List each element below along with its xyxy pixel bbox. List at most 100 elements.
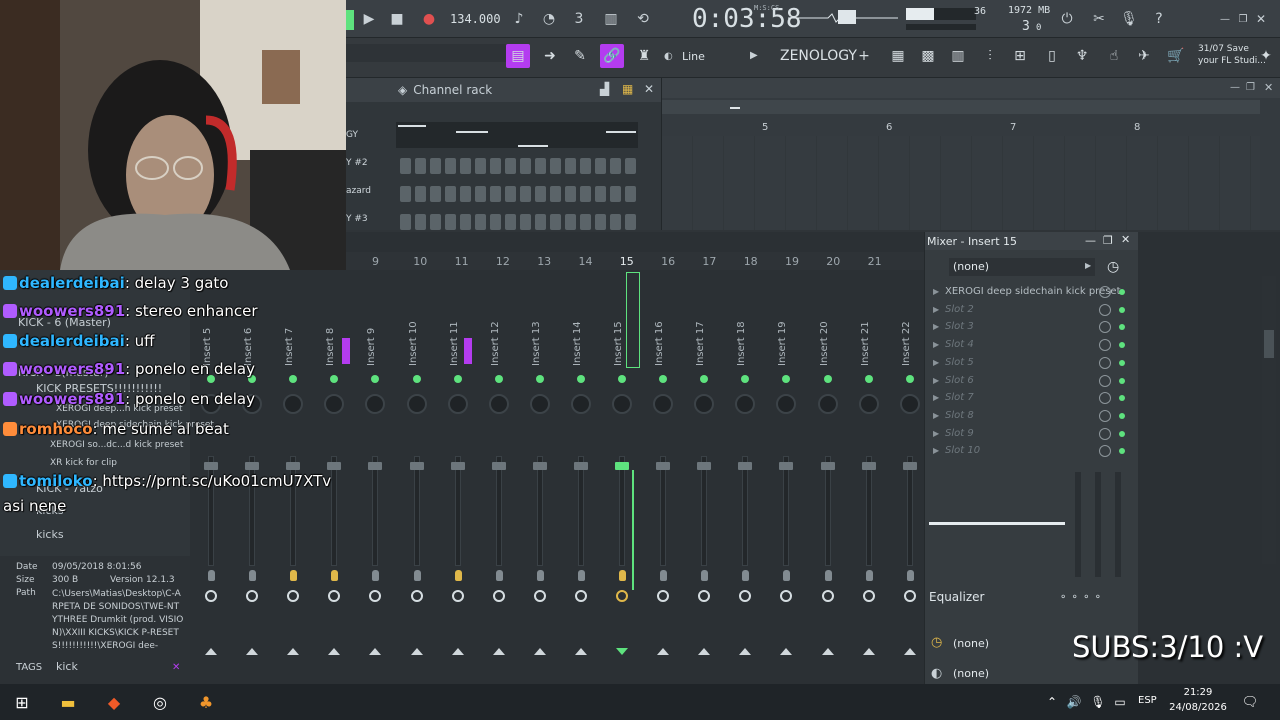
- channel-name[interactable]: Y #3: [346, 214, 368, 224]
- touch-icon[interactable]: ☝: [1102, 44, 1126, 68]
- browser-item[interactable]: kicks: [36, 528, 64, 541]
- stereo-swap-icon[interactable]: [249, 570, 257, 581]
- step-button[interactable]: [550, 186, 561, 202]
- step-button[interactable]: [565, 186, 576, 202]
- insert-enable-led[interactable]: [494, 375, 503, 383]
- volume-fader-track[interactable]: [331, 456, 338, 566]
- tools-icon[interactable]: ✂: [1088, 8, 1110, 30]
- file-icon[interactable]: ▯: [1040, 44, 1064, 68]
- route-circle-icon[interactable]: [246, 590, 259, 602]
- slot-arrow-icon[interactable]: ▶: [933, 358, 939, 367]
- insert-fader[interactable]: [1075, 472, 1081, 577]
- cart-icon[interactable]: 🛒: [1164, 44, 1188, 68]
- step-button[interactable]: [505, 186, 516, 202]
- stereo-swap-icon[interactable]: [536, 570, 544, 581]
- step-button[interactable]: [625, 186, 636, 202]
- slot-enable-led[interactable]: [1119, 289, 1125, 295]
- step-button[interactable]: [475, 158, 486, 174]
- eq-knobs[interactable]: ⚬ ⚬ ⚬ ⚬: [1059, 592, 1102, 603]
- browser-item[interactable]: XEROGI so...dc...d kick preset: [50, 440, 183, 450]
- slot-mix-knob[interactable]: [1099, 303, 1111, 316]
- brush-icon[interactable]: ✎: [568, 44, 592, 68]
- step-button[interactable]: [625, 158, 636, 174]
- step-button[interactable]: [550, 158, 561, 174]
- route-circle-icon[interactable]: [451, 590, 464, 602]
- route-arrow-icon[interactable]: [328, 648, 341, 655]
- route-arrow-icon[interactable]: [698, 648, 711, 655]
- step-button[interactable]: [430, 158, 441, 174]
- snap-select[interactable]: Line: [682, 50, 705, 63]
- effect-slot[interactable]: ▶ XEROGI deep sidechain kick preset: [931, 284, 1127, 301]
- insert-strip-label[interactable]: Insert 9: [366, 328, 377, 366]
- volume-fader-cap[interactable]: [245, 462, 260, 470]
- playlist-close-icon[interactable]: ✕: [1264, 81, 1273, 94]
- step-button[interactable]: [535, 158, 546, 174]
- step-button[interactable]: [430, 186, 441, 202]
- insert-number[interactable]: 13: [537, 255, 551, 268]
- insert-enable-led[interactable]: [864, 375, 873, 383]
- route-circle-icon[interactable]: [574, 590, 587, 602]
- effect-slot[interactable]: ▶ Slot 9: [931, 426, 1127, 443]
- record-button[interactable]: ●: [418, 8, 440, 30]
- tray-chevron-icon[interactable]: ⌃: [1040, 690, 1064, 714]
- mixer-maximize-icon[interactable]: ❐: [1103, 234, 1113, 247]
- preset-arrow-icon[interactable]: ▶: [750, 50, 758, 61]
- slot-enable-led[interactable]: [1119, 324, 1125, 331]
- route-arrow-icon[interactable]: [451, 648, 464, 655]
- stamp-icon[interactable]: ♜: [632, 44, 656, 68]
- slot-mix-knob[interactable]: [1099, 409, 1111, 422]
- insert-number[interactable]: 11: [455, 255, 469, 268]
- slot-mix-knob[interactable]: [1099, 339, 1111, 352]
- volume-fader-cap[interactable]: [779, 462, 794, 470]
- route-arrow-icon[interactable]: [821, 648, 834, 655]
- stereo-swap-icon[interactable]: [783, 570, 791, 581]
- insert-enable-led[interactable]: [453, 375, 462, 383]
- countdown-icon[interactable]: 3: [568, 8, 590, 30]
- effect-slot[interactable]: ▶ Slot 5: [931, 355, 1127, 372]
- slot-arrow-icon[interactable]: ▶: [933, 393, 939, 402]
- route-circle-icon[interactable]: [205, 590, 217, 602]
- slot-enable-led[interactable]: [1119, 412, 1125, 419]
- stereo-swap-icon[interactable]: [495, 570, 503, 581]
- step-button[interactable]: [445, 186, 456, 202]
- slot-enable-led[interactable]: [1119, 306, 1125, 313]
- tempo-display[interactable]: 134.000: [450, 12, 501, 26]
- pan-knob[interactable]: [570, 394, 591, 414]
- insert-number[interactable]: 20: [826, 255, 840, 268]
- file-explorer-icon[interactable]: ▬: [56, 690, 80, 714]
- plugin-icon[interactable]: ♆: [1070, 44, 1094, 68]
- stereo-swap-icon[interactable]: [372, 570, 380, 581]
- effect-slot[interactable]: ▶ Slot 6: [931, 373, 1127, 390]
- step-button[interactable]: [610, 158, 621, 174]
- step-edit-icon[interactable]: ▥: [600, 8, 622, 30]
- stereo-swap-icon[interactable]: [331, 570, 339, 581]
- mixer-scroll-thumb[interactable]: [1264, 330, 1274, 358]
- insert-strip-label[interactable]: Insert 8: [325, 328, 336, 366]
- output-2[interactable]: (none): [953, 667, 989, 680]
- slot-mix-knob[interactable]: [1099, 374, 1111, 387]
- step-button[interactable]: [535, 186, 546, 202]
- route-arrow-icon[interactable]: [780, 648, 793, 655]
- slot-mix-knob[interactable]: [1099, 392, 1111, 405]
- obs-icon[interactable]: ◎: [148, 690, 172, 714]
- step-button[interactable]: [400, 158, 411, 174]
- steps-icon[interactable]: ▦: [622, 82, 633, 96]
- input-select[interactable]: (none) ▶: [949, 258, 1095, 276]
- slot-arrow-icon[interactable]: ▶: [933, 429, 939, 438]
- insert-strip-label[interactable]: Insert 13: [531, 321, 542, 366]
- slot-enable-led[interactable]: [1119, 395, 1125, 402]
- fl-studio-icon[interactable]: ♣: [194, 690, 218, 714]
- fx-icon[interactable]: ✈: [1132, 44, 1156, 68]
- volume-fader-cap[interactable]: [656, 462, 671, 470]
- stereo-swap-icon[interactable]: [619, 570, 626, 581]
- step-button[interactable]: [475, 186, 486, 202]
- browser-item[interactable]: XR kick for clip: [50, 458, 117, 468]
- volume-fader-track[interactable]: [701, 456, 708, 566]
- add-icon[interactable]: +: [852, 44, 876, 68]
- playlist-grid[interactable]: [662, 136, 1260, 230]
- volume-fader-cap[interactable]: [491, 462, 506, 470]
- network-icon[interactable]: ▭: [1108, 690, 1132, 714]
- insert-strip-label[interactable]: Insert 14: [572, 321, 583, 366]
- volume-fader-track[interactable]: [577, 456, 584, 566]
- route-arrow-icon[interactable]: [287, 648, 300, 655]
